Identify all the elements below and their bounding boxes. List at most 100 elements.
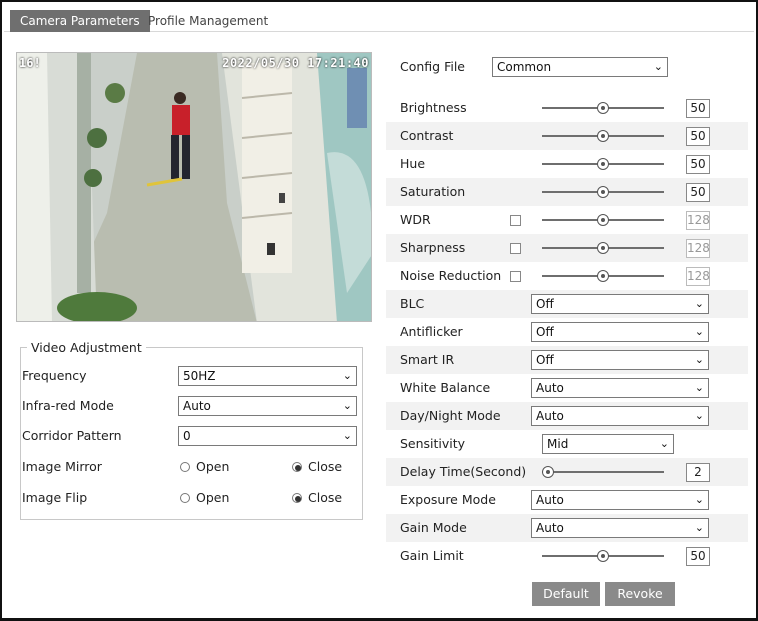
config-file-row: Config File Common ⌄: [386, 52, 748, 84]
smart-ir-value: Off: [536, 353, 554, 367]
delay-time-slider[interactable]: [542, 466, 664, 478]
infrared-mode-value: Auto: [183, 399, 211, 413]
tab-bar: Camera Parameters Profile Management: [4, 8, 754, 32]
wdr-label: WDR: [400, 212, 431, 227]
contrast-value[interactable]: 50: [686, 127, 710, 146]
day-night-mode-select[interactable]: Auto ⌄: [531, 406, 709, 426]
wdr-value[interactable]: 128: [686, 211, 710, 230]
slider-knob-icon[interactable]: [597, 550, 609, 562]
corridor-pattern-label: Corridor Pattern: [22, 428, 122, 443]
smart-ir-row: Smart IR Off ⌄: [386, 346, 748, 374]
infrared-mode-label: Infra-red Mode: [22, 398, 114, 413]
saturation-value[interactable]: 50: [686, 183, 710, 202]
slider-knob-icon[interactable]: [597, 158, 609, 170]
revoke-button[interactable]: Revoke: [605, 582, 675, 606]
infrared-mode-select[interactable]: Auto ⌄: [178, 396, 357, 416]
slider-knob-icon[interactable]: [597, 130, 609, 142]
wdr-checkbox[interactable]: [510, 215, 521, 226]
antiflicker-value: Off: [536, 325, 554, 339]
gain-limit-value[interactable]: 50: [686, 547, 710, 566]
image-flip-label: Image Flip: [22, 490, 88, 505]
corridor-pattern-value: 0: [183, 429, 191, 443]
exposure-mode-row: Exposure Mode Auto ⌄: [386, 486, 748, 514]
image-flip-open-label: Open: [196, 490, 230, 505]
tab-profile-management[interactable]: Profile Management: [138, 10, 278, 32]
chevron-down-icon: ⌄: [694, 353, 704, 366]
exposure-mode-select[interactable]: Auto ⌄: [531, 490, 709, 510]
antiflicker-select[interactable]: Off ⌄: [531, 322, 709, 342]
image-flip-open-radio[interactable]: Open: [180, 488, 229, 508]
contrast-label: Contrast: [400, 128, 454, 143]
gain-limit-label: Gain Limit: [400, 548, 464, 563]
blc-row: BLC Off ⌄: [386, 290, 748, 318]
noise-reduction-value[interactable]: 128: [686, 267, 710, 286]
gain-mode-row: Gain Mode Auto ⌄: [386, 514, 748, 542]
day-night-mode-label: Day/Night Mode: [400, 408, 501, 423]
chevron-down-icon: ⌄: [342, 429, 352, 442]
slider-knob-icon[interactable]: [597, 186, 609, 198]
hue-slider[interactable]: [542, 158, 664, 170]
hue-value[interactable]: 50: [686, 155, 710, 174]
hue-label: Hue: [400, 156, 426, 171]
noise-reduction-slider[interactable]: [542, 270, 664, 282]
image-mirror-close-radio[interactable]: Close: [292, 457, 342, 477]
image-mirror-close-label: Close: [308, 459, 343, 474]
saturation-slider[interactable]: [542, 186, 664, 198]
saturation-label: Saturation: [400, 184, 466, 199]
blc-label: BLC: [400, 296, 425, 311]
image-flip-close-label: Close: [308, 490, 343, 505]
sharpness-value[interactable]: 128: [686, 239, 710, 258]
config-file-label: Config File: [400, 59, 465, 74]
slider-knob-icon[interactable]: [542, 466, 555, 478]
video-adjustment-legend: Video Adjustment: [31, 340, 142, 355]
slider-knob-icon[interactable]: [597, 242, 609, 254]
frequency-select[interactable]: 50HZ ⌄: [178, 366, 357, 386]
chevron-down-icon: ⌄: [694, 325, 704, 338]
gain-mode-select[interactable]: Auto ⌄: [531, 518, 709, 538]
sensitivity-label: Sensitivity: [400, 436, 466, 451]
gain-mode-label: Gain Mode: [400, 520, 467, 535]
sharpness-slider[interactable]: [542, 242, 664, 254]
blc-value: Off: [536, 297, 554, 311]
chevron-down-icon: ⌄: [694, 493, 704, 506]
gain-limit-slider[interactable]: [542, 550, 664, 562]
white-balance-value: Auto: [536, 381, 564, 395]
chevron-down-icon: ⌄: [694, 409, 704, 422]
tab-camera-parameters[interactable]: Camera Parameters: [10, 10, 150, 32]
white-balance-select[interactable]: Auto ⌄: [531, 378, 709, 398]
chevron-down-icon: ⌄: [694, 521, 704, 534]
chevron-down-icon: ⌄: [694, 381, 704, 394]
sharpness-row: Sharpness 128: [386, 234, 748, 262]
config-file-select[interactable]: Common ⌄: [492, 57, 668, 77]
radio-icon: [180, 493, 190, 503]
white-balance-row: White Balance Auto ⌄: [386, 374, 748, 402]
corridor-pattern-select[interactable]: 0 ⌄: [178, 426, 357, 446]
hue-row: Hue 50: [386, 150, 748, 178]
image-mirror-open-radio[interactable]: Open: [180, 457, 229, 477]
smart-ir-select[interactable]: Off ⌄: [531, 350, 709, 370]
image-mirror-label: Image Mirror: [22, 459, 102, 474]
saturation-row: Saturation 50: [386, 178, 748, 206]
brightness-slider[interactable]: [542, 102, 664, 114]
sharpness-checkbox[interactable]: [510, 243, 521, 254]
contrast-slider[interactable]: [542, 130, 664, 142]
timestamp-overlay: 2022/05/30 17:21:40: [222, 56, 369, 70]
image-flip-close-radio[interactable]: Close: [292, 488, 342, 508]
sharpness-label: Sharpness: [400, 240, 466, 255]
slider-knob-icon[interactable]: [597, 270, 609, 282]
smart-ir-label: Smart IR: [400, 352, 455, 367]
delay-time-value[interactable]: 2: [686, 463, 710, 482]
slider-knob-icon[interactable]: [597, 214, 609, 226]
brightness-value[interactable]: 50: [686, 99, 710, 118]
wdr-row: WDR 128: [386, 206, 748, 234]
delay-time-row: Delay Time(Second) 2: [386, 458, 748, 486]
chevron-down-icon: ⌄: [342, 369, 352, 382]
sensitivity-select[interactable]: Mid ⌄: [542, 434, 674, 454]
camera-preview-image: [17, 53, 371, 321]
default-button[interactable]: Default: [532, 582, 600, 606]
slider-knob-icon[interactable]: [597, 102, 609, 114]
day-night-mode-row: Day/Night Mode Auto ⌄: [386, 402, 748, 430]
blc-select[interactable]: Off ⌄: [531, 294, 709, 314]
wdr-slider[interactable]: [542, 214, 664, 226]
noise-reduction-checkbox[interactable]: [510, 271, 521, 282]
